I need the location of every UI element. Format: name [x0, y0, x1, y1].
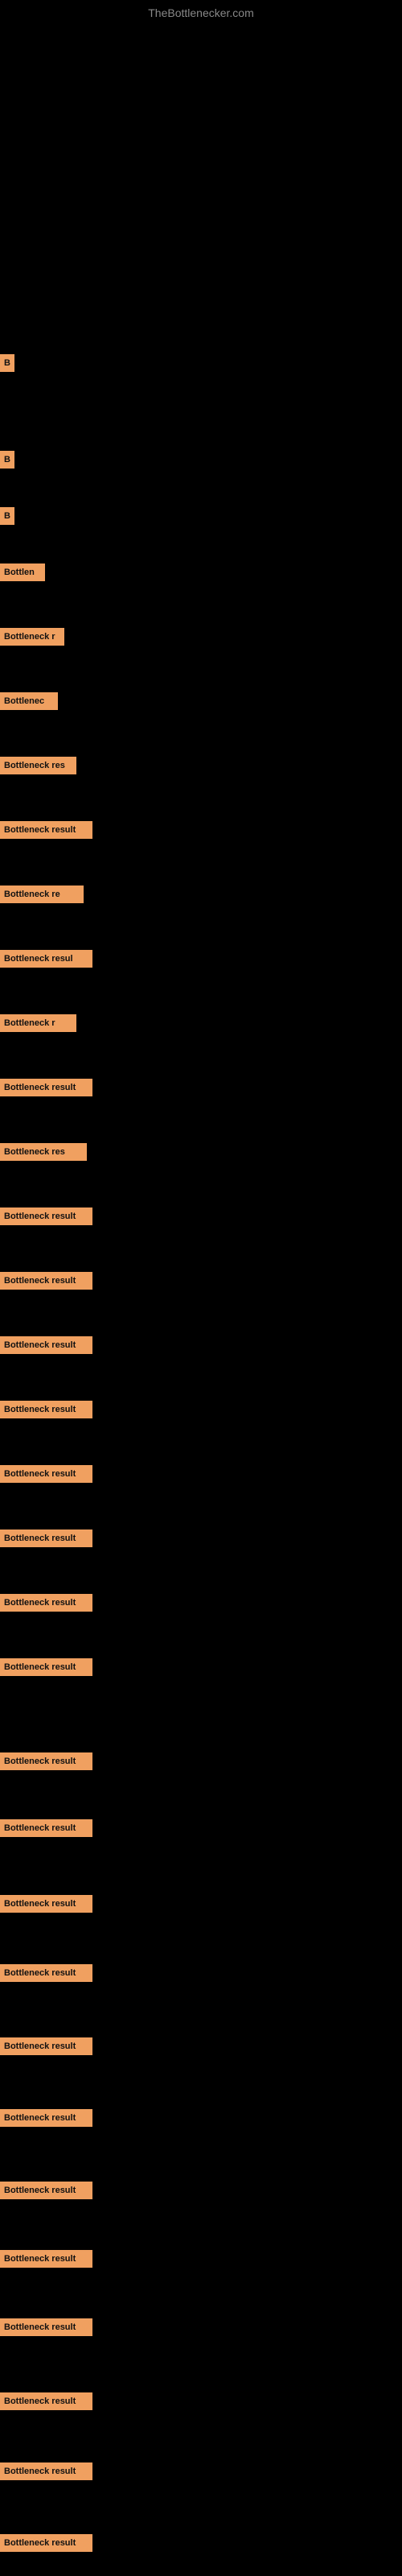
bottleneck-bar-25: Bottleneck result [0, 2037, 92, 2055]
bottleneck-bar-29: Bottleneck result [0, 2318, 92, 2336]
bottleneck-bar-24: Bottleneck result [0, 1964, 92, 1982]
bottleneck-bar-11: Bottleneck result [0, 1079, 92, 1096]
bottleneck-bar-6: Bottleneck res [0, 757, 76, 774]
bottleneck-bar-20: Bottleneck result [0, 1658, 92, 1676]
bottleneck-bar-10: Bottleneck r [0, 1014, 76, 1032]
bottleneck-bar-19: Bottleneck result [0, 1594, 92, 1612]
bottleneck-bar-32: Bottleneck result [0, 2534, 92, 2552]
bottleneck-bar-17: Bottleneck result [0, 1465, 92, 1483]
bottleneck-bar-14: Bottleneck result [0, 1272, 92, 1290]
bottleneck-bar-5: Bottlenec [0, 692, 58, 710]
bottleneck-bar-27: Bottleneck result [0, 2182, 92, 2199]
bottleneck-bar-16: Bottleneck result [0, 1401, 92, 1418]
bottleneck-bar-18: Bottleneck result [0, 1530, 92, 1547]
bottleneck-bar-26: Bottleneck result [0, 2109, 92, 2127]
bottleneck-bar-2: B [0, 507, 14, 525]
bottleneck-bar-13: Bottleneck result [0, 1208, 92, 1225]
bottleneck-bar-9: Bottleneck resul [0, 950, 92, 968]
site-title: TheBottlenecker.com [148, 6, 254, 19]
bottleneck-bar-21: Bottleneck result [0, 1752, 92, 1770]
bottleneck-bar-23: Bottleneck result [0, 1895, 92, 1913]
bottleneck-bar-7: Bottleneck result [0, 821, 92, 839]
bottleneck-bar-31: Bottleneck result [0, 2462, 92, 2480]
bottleneck-bar-30: Bottleneck result [0, 2392, 92, 2410]
bottleneck-bar-4: Bottleneck r [0, 628, 64, 646]
bottleneck-bar-22: Bottleneck result [0, 1819, 92, 1837]
bottleneck-bar-28: Bottleneck result [0, 2250, 92, 2268]
bottleneck-bar-12: Bottleneck res [0, 1143, 87, 1161]
bottleneck-bar-0: B [0, 354, 14, 372]
bottleneck-bar-3: Bottlen [0, 564, 45, 581]
bottleneck-bar-1: B [0, 451, 14, 469]
bottleneck-bar-15: Bottleneck result [0, 1336, 92, 1354]
bottleneck-bar-8: Bottleneck re [0, 886, 84, 903]
